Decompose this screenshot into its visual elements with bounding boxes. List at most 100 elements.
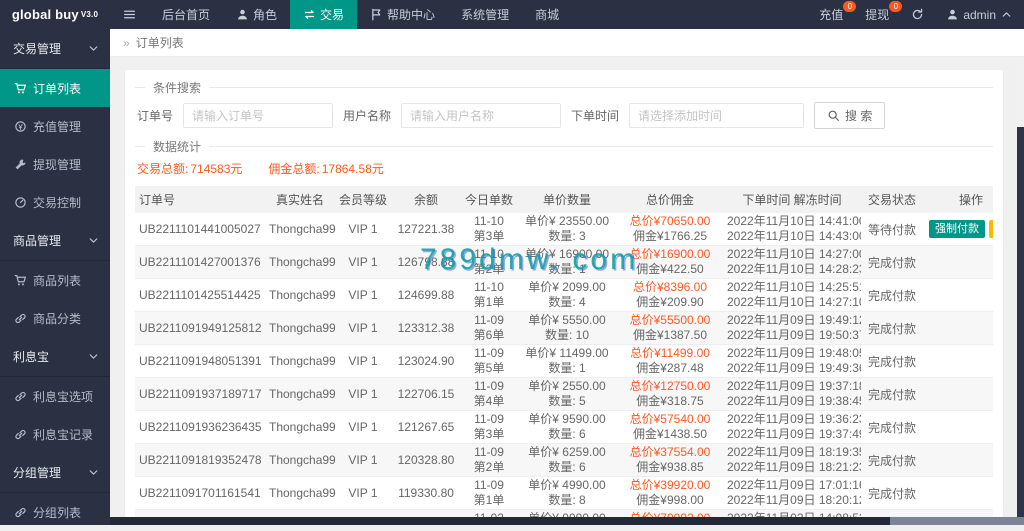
- sidebar-group-2[interactable]: 利息宝: [0, 337, 110, 377]
- commission: 佣金¥1766.25: [632, 229, 708, 243]
- cell-order-no: UB2211091948051391: [135, 344, 265, 378]
- filter-field-input[interactable]: [629, 103, 805, 128]
- filter-field-input[interactable]: [183, 103, 334, 128]
- quantity: 数量: 1: [548, 361, 586, 375]
- order-list-card: 条件搜索 订单号 用户名称 下单时间 搜 索 数据统计 交易总额:714583元 佣金总…: [125, 70, 1003, 525]
- filter-field-label: 用户名称: [343, 109, 392, 123]
- cell-total-commission: 总价¥12750.00 佣金¥318.75: [617, 377, 723, 411]
- topnav-item[interactable]: 系统管理: [448, 0, 522, 29]
- horizontal-scrollbar[interactable]: [110, 517, 1024, 525]
- table-row: UB2211101441005027 Thongcha99 VIP 1 127221.…: [135, 213, 993, 246]
- cell-balance: 124699.88: [391, 278, 461, 312]
- cell-order-no: UB2211091937189717: [135, 377, 265, 411]
- sidebar-item[interactable]: 充值管理: [0, 107, 110, 145]
- commission: 佣金¥1438.50: [632, 427, 708, 441]
- order-date: 11-09: [474, 313, 504, 327]
- cell-real-name: Thongcha99: [265, 245, 335, 279]
- topnav-item[interactable]: 商城: [522, 0, 572, 29]
- sidebar-item[interactable]: 商品分类: [0, 299, 110, 337]
- filter-field-label: 下单时间: [571, 109, 620, 123]
- cell-actions: [923, 278, 993, 312]
- topbar-right-item[interactable]: 提现 0: [854, 0, 903, 29]
- sidebar-item[interactable]: 利息宝记录: [0, 415, 110, 453]
- sidebar-item[interactable]: 商品列表: [0, 261, 110, 299]
- sidebar-item[interactable]: 交易控制: [0, 183, 110, 221]
- link-icon: [14, 312, 27, 325]
- filter-field-input[interactable]: [401, 103, 562, 128]
- topnav-item-label: 商城: [535, 8, 560, 22]
- topnav-item[interactable]: 帮助中心: [357, 0, 448, 29]
- cancel-order-button[interactable]: 取消订单: [989, 220, 993, 238]
- commission: 佣金¥1387.50: [632, 328, 708, 342]
- topbar-right-label: 充值: [819, 8, 844, 22]
- cell-order-no: UB2211091949125812: [135, 311, 265, 345]
- quantity: 数量: 6: [548, 460, 586, 474]
- quantity: 数量: 3: [548, 229, 586, 243]
- column-header: 今日单数: [461, 186, 517, 213]
- link-icon: [14, 428, 27, 441]
- cell-vip-level: VIP 1: [335, 344, 391, 378]
- vertical-scrollbar[interactable]: [1017, 57, 1024, 525]
- cell-times: 2022年11月09日 19:37:18 2022年11月09日 19:38:45: [723, 377, 861, 411]
- cell-today-orders: 11-09 第2单: [461, 443, 517, 477]
- order-seq: 第3单: [473, 427, 505, 441]
- topbar-right-item[interactable]: [900, 0, 935, 29]
- table-row: UB2211091819352478 Thongcha99 VIP 1 120328.…: [135, 443, 993, 477]
- order-seq: 第1单: [473, 295, 505, 309]
- sidebar-group-0[interactable]: 交易管理: [0, 29, 110, 69]
- search-button[interactable]: 搜 索: [814, 102, 886, 129]
- flag-icon: [370, 8, 383, 21]
- sidebar-group-label: 利息宝: [13, 350, 50, 364]
- column-header: 总价佣金: [617, 186, 723, 213]
- menu-toggle[interactable]: [110, 0, 149, 29]
- sidebar-group-3[interactable]: 分组管理: [0, 453, 110, 493]
- stats-fieldset: 数据统计: [135, 138, 993, 155]
- commission: 佣金¥998.00: [636, 493, 704, 507]
- topnav-item[interactable]: 交易: [290, 0, 358, 29]
- table-row: UB2211091948051391 Thongcha99 VIP 1 123024.…: [135, 344, 993, 378]
- order-date: 11-09: [474, 445, 504, 459]
- cell-status: 完成付款: [861, 410, 923, 444]
- force-pay-button[interactable]: 强制付款: [929, 220, 985, 238]
- unit-price: 单价¥ 5550.00: [528, 313, 606, 327]
- cell-times: 2022年11月09日 19:36:23 2022年11月09日 19:37:49: [723, 410, 861, 444]
- topnav-item[interactable]: 角色: [223, 0, 290, 29]
- unit-price: 单价¥ 2099.00: [528, 280, 606, 294]
- cell-balance: 123312.38: [391, 311, 461, 345]
- sidebar-item[interactable]: 分组列表: [0, 493, 110, 531]
- sidebar-group-1[interactable]: 商品管理: [0, 221, 110, 261]
- cell-status: 完成付款: [861, 443, 923, 477]
- sidebar-item-label: 充值管理: [33, 119, 82, 134]
- order-date: 11-09: [474, 379, 504, 393]
- unfreeze-time: 2022年11月09日 18:21:23: [727, 460, 861, 474]
- topbar-right-item[interactable]: 充值 0: [808, 0, 857, 29]
- sidebar-item[interactable]: 订单列表: [0, 69, 110, 107]
- unit-price: 单价¥ 2550.00: [528, 379, 606, 393]
- topbar-right-item[interactable]: admin: [935, 0, 1024, 29]
- refresh-icon: [911, 8, 924, 21]
- column-header: 单价数量: [517, 186, 617, 213]
- sidebar-item-label: 交易控制: [33, 195, 82, 210]
- unfreeze-time: 2022年11月10日 14:43:00: [727, 229, 861, 243]
- vertical-scrollbar-thumb[interactable]: [1017, 127, 1024, 525]
- cell-today-orders: 11-09 第5单: [461, 344, 517, 378]
- cell-price-qty: 单价¥ 4990.00 数量: 8: [517, 476, 617, 510]
- horizontal-scrollbar-thumb[interactable]: [110, 517, 890, 525]
- unfreeze-time: 2022年11月10日 14:28:23: [727, 262, 861, 276]
- total-price: 总价¥55500.00: [629, 313, 711, 327]
- unfreeze-time: 2022年11月09日 19:38:45: [727, 394, 861, 408]
- topnav-item[interactable]: 后台首页: [149, 0, 223, 29]
- unfreeze-time: 2022年11月10日 14:27:10: [727, 295, 861, 309]
- cell-vip-level: VIP 1: [335, 245, 391, 279]
- cell-balance: 120328.80: [391, 443, 461, 477]
- sidebar-item[interactable]: 利息宝选项: [0, 377, 110, 415]
- cell-balance: 122706.15: [391, 377, 461, 411]
- sidebar: 交易管理 订单列表充值管理提现管理交易控制商品管理 商品列表 商品分类利息宝利息宝选项…: [0, 29, 110, 525]
- sidebar-group-label: 分组管理: [13, 466, 62, 480]
- sidebar-item[interactable]: 提现管理: [0, 145, 110, 183]
- order-time: 2022年11月10日 14:27:00: [727, 247, 861, 261]
- unit-price: 单价¥ 4990.00: [528, 478, 606, 492]
- order-date: 11-09: [474, 478, 504, 492]
- total-price: 总价¥12750.00: [629, 379, 711, 393]
- quantity: 数量: 10: [544, 328, 590, 342]
